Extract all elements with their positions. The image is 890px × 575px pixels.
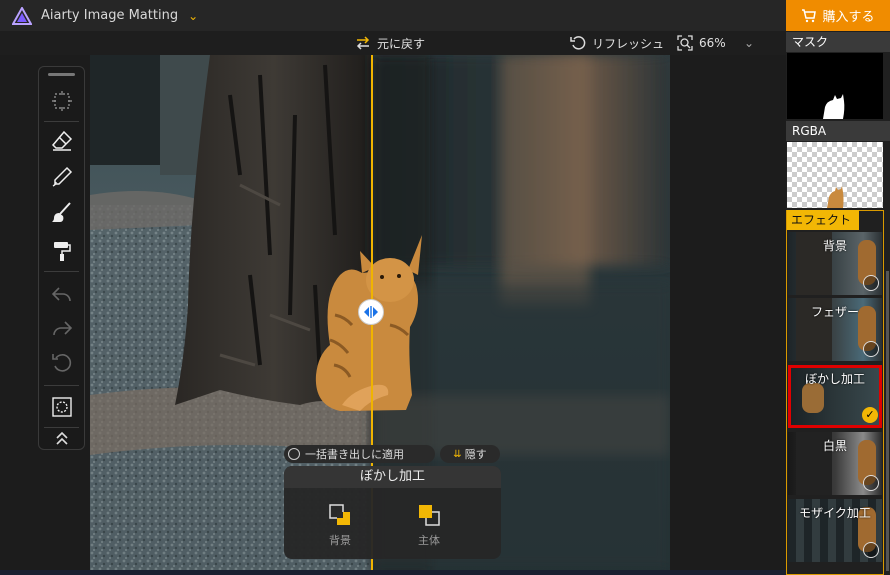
title-bar: Aiarty Image Matting ⌄ [0,0,786,31]
buy-button-label: 購入する [822,10,875,25]
eraser-icon [51,130,72,151]
preview-tool[interactable] [39,391,84,423]
blur-options-panel: ぼかし加工 背景 主体 [284,466,501,559]
radio-button[interactable] [288,448,300,460]
selected-check-icon: ✓ [862,407,878,423]
blur-panel-title: ぼかし加工 [284,466,501,488]
tool-divider [44,385,79,386]
effect-tab[interactable]: エフェクト [787,210,859,230]
effect-label: フェザー [810,305,859,319]
radio-button[interactable] [863,275,879,291]
rgba-thumbnail[interactable] [787,142,883,208]
effect-black-white[interactable]: 白黒 [788,432,882,495]
panel-drag-handle[interactable] [48,73,75,76]
paint-brush-icon [51,202,71,222]
effect-label: モザイク加工 [799,506,871,520]
zoom-dropdown-icon[interactable]: ⌄ [744,31,754,55]
rgba-header: RGBA [786,121,890,141]
effect-mosaic[interactable]: モザイク加工 [788,499,882,562]
buy-button[interactable]: 購入する [786,0,890,31]
paint-roller-icon [53,242,71,261]
apply-to-batch-label: 一括書き出しに適用 [305,448,404,461]
blur-subject-label: 主体 [418,534,440,547]
effects-scrollbar[interactable] [886,271,889,571]
effect-blur[interactable]: ぼかし加工 ✓ [788,365,882,428]
refresh-button[interactable]: リフレッシュ [570,31,664,55]
subject-layer-icon [419,505,440,526]
pencil-icon [52,166,72,187]
select-subject-tool[interactable] [39,85,84,117]
app-logo-icon [12,6,32,25]
double-chevron-down-icon: ⇊ [453,448,462,460]
app-title: Aiarty Image Matting [41,8,179,23]
zoom-icon [677,35,693,51]
effect-feather[interactable]: フェザー [788,298,882,361]
redo-arrow-icon [52,321,72,336]
blur-subject-option[interactable]: 主体 [399,502,459,548]
double-chevron-up-icon [55,431,68,445]
top-toolbar: 元に戻す リフレッシュ 66% ⌄ [0,31,786,55]
app-menu-chevron-icon[interactable]: ⌄ [188,9,198,23]
mask-header: マスク [786,32,890,52]
mask-thumbnail[interactable] [787,53,883,119]
swap-arrows-icon [356,36,370,50]
background-layer-icon [329,504,350,525]
hide-label: 隠す [464,448,487,461]
cart-icon [802,8,817,22]
apply-to-batch-option[interactable]: 一括書き出しに適用 [284,445,435,463]
effect-background[interactable]: 背景 [788,232,882,295]
zoom-value: 66% [699,36,726,50]
dotted-circle-frame-icon [51,397,72,417]
compare-slider-handle[interactable] [358,299,384,325]
roller-tool[interactable] [39,235,84,267]
status-strip [0,570,786,575]
tool-panel [38,66,85,450]
undo-tool[interactable] [39,279,84,311]
cat-silhouette-icon [823,94,845,119]
undo-compare-button[interactable]: 元に戻す [355,31,425,55]
reset-icon [51,354,71,372]
tool-divider [44,271,79,272]
refresh-label: リフレッシュ [592,36,665,51]
eraser-tool[interactable] [39,125,84,157]
hide-button[interactable]: ⇊ 隠す [440,445,500,463]
refresh-icon [570,36,586,50]
paint-brush-tool[interactable] [39,197,84,229]
effect-label: ぼかし加工 [804,372,865,386]
left-right-arrows-icon [364,306,378,318]
blur-background-label: 背景 [329,534,351,547]
apply-row: 一括書き出しに適用 ⇊ 隠す [284,445,500,463]
blur-background-option[interactable]: 背景 [310,502,370,548]
redo-tool[interactable] [39,313,84,345]
cat-cutout-icon [827,186,844,208]
selection-frame-icon [51,91,72,111]
radio-button[interactable] [863,475,879,491]
radio-button[interactable] [863,341,879,357]
effect-label: 白黒 [822,439,847,453]
radio-button[interactable] [863,542,879,558]
right-panel: マスク RGBA エフェクト 背景 フェザー ぼかし加工 ✓ 白黒 モザイク加工 [786,31,890,575]
tool-divider [44,121,79,122]
collapse-panel-button[interactable] [39,425,84,451]
zoom-control[interactable]: 66% [677,31,726,55]
undo-label: 元に戻す [377,36,426,51]
brush-tool[interactable] [39,161,84,193]
effect-label: 背景 [822,239,847,253]
reset-tool[interactable] [39,347,84,379]
undo-arrow-icon [51,287,71,302]
